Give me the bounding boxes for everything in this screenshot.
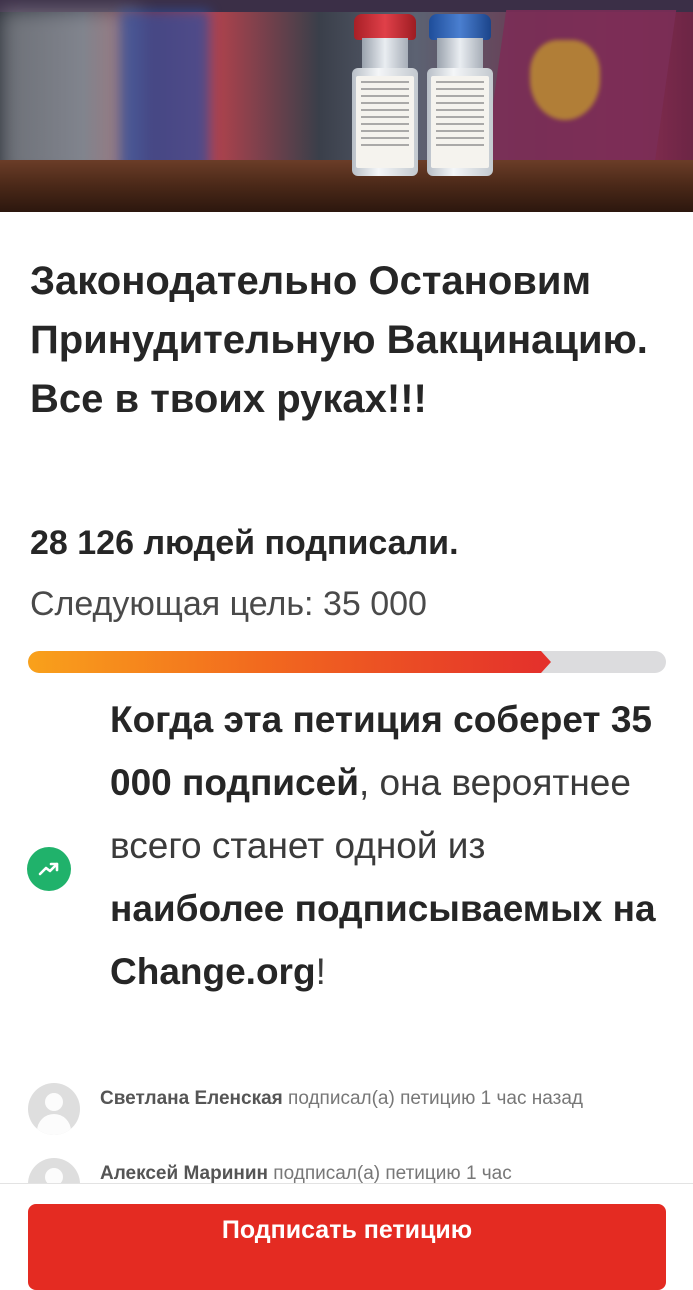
signer-name: Светлана Еленская xyxy=(100,1088,283,1109)
trending-up-icon xyxy=(27,847,71,891)
milestone-highlight-text: наиболее подписываемых на Change.org xyxy=(110,888,656,992)
hero-table xyxy=(0,160,693,212)
avatar xyxy=(28,1083,80,1135)
petition-milestone-text: Когда эта петиция соберет 35 000 подписе… xyxy=(110,688,670,1003)
signature-count: 28 126 людей подписали. xyxy=(30,524,459,562)
signer-activity-text: Светлана Еленская подписал(а) петицию 1 … xyxy=(100,1084,630,1113)
vaccine-vial-red-icon xyxy=(352,14,418,176)
signature-progress-fill xyxy=(28,651,551,673)
hero-emblem xyxy=(530,40,600,120)
sign-petition-label: Подписать петицию xyxy=(221,1216,473,1244)
signer-action: подписал(а) петицию 1 час назад xyxy=(282,1088,583,1109)
signer-action: подписал(а) петицию 1 час xyxy=(268,1163,512,1184)
hero-image xyxy=(0,0,693,212)
petition-title: Законодательно Остановим Принудительную … xyxy=(30,259,648,421)
signature-goal: Следующая цель: 35 000 xyxy=(30,585,427,623)
vaccine-vial-blue-icon xyxy=(427,14,493,176)
hero-background-blur xyxy=(0,10,140,180)
signature-progress-bar xyxy=(28,651,666,673)
signer-name: Алексей Маринин xyxy=(100,1163,269,1184)
hero-background-flag xyxy=(120,10,210,180)
recent-signer-item: Светлана Еленская подписал(а) петицию 1 … xyxy=(28,1083,668,1143)
sticky-footer: Подписать петицию xyxy=(0,1183,693,1290)
sign-petition-button[interactable]: Подписать петицию xyxy=(28,1204,666,1290)
milestone-end-text: ! xyxy=(315,951,326,992)
